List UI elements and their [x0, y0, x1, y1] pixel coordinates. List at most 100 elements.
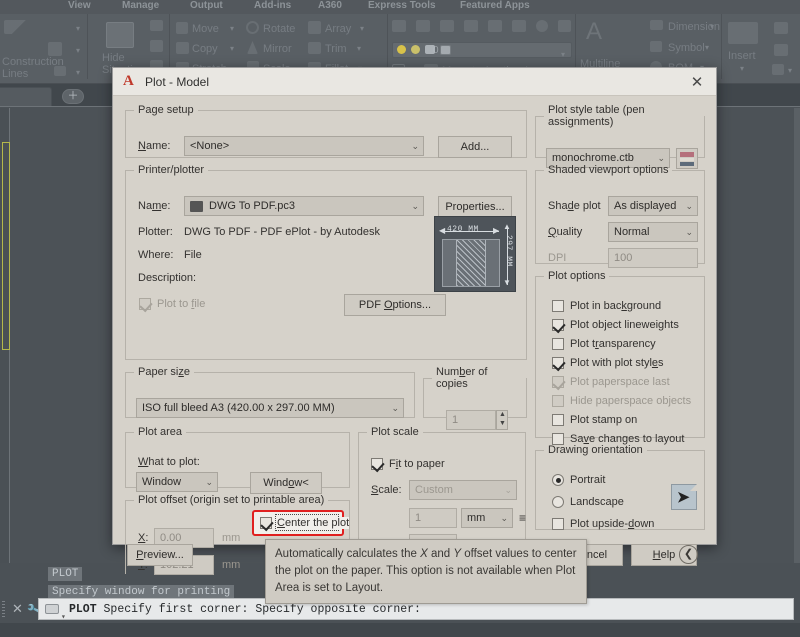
hatch-icon[interactable]	[54, 66, 66, 76]
layer-off-icon[interactable]	[416, 20, 430, 32]
layer-freeze-icon[interactable]	[440, 20, 454, 32]
trim-icon[interactable]	[308, 42, 321, 54]
layer-match-icon[interactable]	[536, 20, 548, 32]
quality-dropdown[interactable]: Normal ⌄	[608, 222, 698, 242]
document-tab[interactable]	[0, 87, 52, 106]
ribbon-tab-view[interactable]: View	[68, 0, 91, 11]
chevron-down-icon[interactable]: ▾	[360, 24, 364, 33]
chevron-down-icon[interactable]: ▾	[710, 22, 714, 31]
ribbon-tab-express-tools[interactable]: Express Tools	[368, 0, 436, 11]
collapse-dialog-button[interactable]: ❮	[679, 545, 698, 564]
text-icon[interactable]: A	[586, 18, 602, 46]
symbol-icon[interactable]	[650, 41, 662, 52]
plot-stamp-on-checkbox[interactable]	[552, 414, 564, 426]
line-icon[interactable]	[4, 20, 38, 34]
ribbon-tab-addins[interactable]: Add-ins	[254, 0, 291, 11]
group-legend-page-setup: Page setup	[138, 104, 194, 116]
preview-arrow-icon: ➤	[677, 489, 690, 506]
chevron-down-icon[interactable]: ▾	[561, 47, 565, 63]
layer-color-swatch[interactable]	[440, 45, 451, 55]
preview-button[interactable]: Preview...	[127, 544, 193, 566]
dialog-title-bar[interactable]: A Plot - Model ✕	[113, 68, 716, 96]
create-block-icon[interactable]	[774, 22, 788, 34]
what-to-plot-dropdown[interactable]: Window ⌄	[136, 472, 218, 492]
ribbon-btn-array[interactable]: Array	[325, 23, 351, 35]
scale-unit-dropdown[interactable]: mm ⌄	[461, 508, 513, 528]
close-icon[interactable]: ✕	[12, 601, 23, 617]
dimension-icon[interactable]	[650, 20, 663, 30]
layer-thaw-sun-icon[interactable]	[411, 45, 420, 54]
chevron-down-icon[interactable]: ▾	[76, 24, 80, 33]
center-the-plot-label: Center the plot	[277, 517, 350, 529]
move-icon[interactable]	[176, 22, 188, 34]
new-tab-button[interactable]: ＋	[62, 89, 84, 104]
plot-upside-down-checkbox[interactable]	[552, 518, 564, 530]
printer-properties-button[interactable]: Properties...	[438, 196, 512, 218]
landscape-radio[interactable]	[552, 496, 564, 508]
block-attribute-icon[interactable]	[772, 64, 784, 75]
center-the-plot-checkbox[interactable]	[260, 517, 272, 529]
layer-unisolate-icon[interactable]	[512, 20, 526, 32]
ribbon-btn-rotate[interactable]: Rotate	[263, 23, 295, 35]
chevron-down-icon[interactable]: ▾	[357, 44, 361, 53]
copy-icon[interactable]	[176, 42, 189, 54]
plot-in-background-checkbox[interactable]	[552, 300, 564, 312]
ribbon-btn-trim[interactable]: Trim	[325, 43, 347, 55]
refresh-icon[interactable]	[150, 40, 163, 52]
ribbon-tab-output[interactable]: Output	[190, 0, 223, 11]
layer-on-bulb-icon[interactable]	[397, 45, 406, 54]
scale-numerator-input[interactable]: 1	[409, 508, 457, 528]
window-pick-button[interactable]: Window<	[250, 472, 322, 494]
printer-name-dropdown[interactable]: DWG To PDF.pc3 ⌄	[184, 196, 424, 216]
ribbon-tab-featured-apps[interactable]: Featured Apps	[460, 0, 530, 11]
insert-icon[interactable]	[150, 20, 163, 31]
layer-isolate-icon[interactable]	[488, 20, 502, 32]
add-page-setup-button[interactable]: Add...	[438, 136, 512, 158]
ribbon-tab-a360[interactable]: A360	[318, 0, 342, 11]
plot-with-plot-styles-checkbox[interactable]	[552, 357, 564, 369]
dpi-input[interactable]: 100	[608, 248, 698, 268]
layer-previous-icon[interactable]	[558, 20, 571, 32]
chevron-down-icon[interactable]: ▾	[230, 44, 234, 53]
layers-icon[interactable]	[106, 22, 134, 48]
ribbon-btn-move[interactable]: Move	[192, 23, 219, 35]
plot-paperspace-last-checkbox[interactable]	[552, 376, 564, 388]
scale-menu-icon[interactable]: ≡	[519, 512, 526, 524]
chevron-down-icon: ⌄	[411, 141, 419, 151]
plot-transparency-checkbox[interactable]	[552, 338, 564, 350]
insert-block-icon[interactable]	[728, 22, 758, 44]
rotate-icon[interactable]	[246, 21, 259, 34]
array-icon[interactable]	[308, 21, 321, 34]
page-setup-name-dropdown[interactable]: <None> ⌄	[184, 136, 424, 156]
close-icon[interactable]: ✕	[684, 73, 710, 93]
layer-lock-icon[interactable]	[464, 20, 478, 32]
layer-icon[interactable]	[392, 20, 406, 32]
portrait-radio[interactable]	[552, 474, 564, 486]
plot-to-file-checkbox[interactable]	[139, 298, 151, 310]
chevron-down-icon[interactable]: ▾	[230, 24, 234, 33]
fit-to-paper-checkbox[interactable]	[371, 458, 383, 470]
paper-size-dropdown[interactable]: ISO full bleed A3 (420.00 x 297.00 MM) ⌄	[136, 398, 404, 418]
layer-unlock-icon[interactable]	[425, 45, 435, 54]
chevron-down-icon[interactable]: ▾	[76, 68, 80, 77]
chevron-down-icon[interactable]: ▾	[788, 66, 792, 75]
chevron-down-icon[interactable]: ▾	[740, 64, 744, 73]
pdf-options-button[interactable]: PDF Options...	[344, 294, 446, 316]
hide-paperspace-objects-checkbox[interactable]	[552, 395, 564, 407]
ribbon-btn-mirror[interactable]: Mirror	[263, 43, 292, 55]
polygon-icon[interactable]	[48, 42, 62, 56]
chevron-down-icon[interactable]: ▾	[76, 46, 80, 55]
ribbon-btn-copy[interactable]: Copy	[192, 43, 218, 55]
fit-to-paper-label: Fit to paper	[389, 458, 445, 470]
command-line-grip[interactable]	[2, 601, 5, 617]
plot-preview-icon[interactable]: ➤	[671, 484, 697, 510]
shade-plot-dropdown[interactable]: As displayed ⌄	[608, 196, 698, 216]
scale-dropdown[interactable]: Custom ⌄	[409, 480, 517, 500]
chevron-down-icon[interactable]: ▾	[61, 607, 66, 619]
mirror-icon[interactable]	[247, 41, 258, 54]
chevron-down-icon[interactable]: ▾	[705, 43, 709, 52]
ribbon-tab-manage[interactable]: Manage	[122, 0, 159, 11]
ribbon-btn-symbol[interactable]: Symbol	[668, 42, 705, 54]
plot-object-lineweights-checkbox[interactable]	[552, 319, 564, 331]
edit-block-icon[interactable]	[774, 44, 788, 56]
